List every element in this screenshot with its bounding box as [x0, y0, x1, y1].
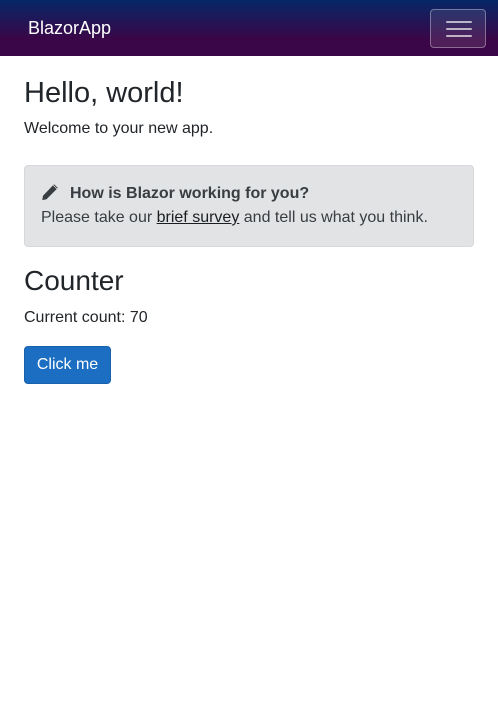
- survey-text-before: Please take our: [41, 209, 157, 226]
- survey-text: Please take our brief survey and tell us…: [41, 208, 428, 228]
- page-title: Hello, world!: [24, 77, 184, 109]
- top-navbar: BlazorApp: [0, 0, 498, 56]
- navbar-brand-link[interactable]: BlazorApp: [28, 17, 111, 39]
- current-count-text: Current count: 70: [24, 309, 148, 326]
- survey-title: How is Blazor working for you?: [70, 185, 310, 202]
- counter-heading: Counter: [24, 265, 124, 296]
- brief-survey-link[interactable]: brief survey: [157, 209, 240, 226]
- welcome-text: Welcome to your new app.: [24, 120, 214, 137]
- survey-text-after: and tell us what you think.: [239, 209, 428, 226]
- pencil-icon: [42, 184, 58, 201]
- click-me-button[interactable]: Click me: [24, 346, 111, 384]
- survey-prompt-alert: How is Blazor working for you? Please ta…: [24, 165, 474, 247]
- navbar-toggler-button[interactable]: [430, 9, 486, 48]
